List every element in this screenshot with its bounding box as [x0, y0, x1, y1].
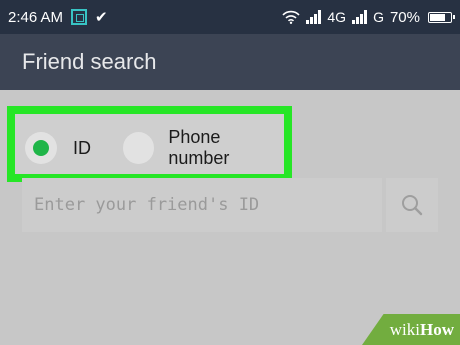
battery-icon — [428, 11, 455, 23]
page-title: Friend search — [22, 49, 157, 74]
search-icon — [402, 195, 423, 216]
friend-id-search-input[interactable] — [22, 178, 382, 232]
status-bar: 2:46 AM ✔ 4G G 70% — [0, 0, 460, 34]
radio-label-id: ID — [73, 137, 91, 158]
radio-button-id[interactable] — [25, 132, 57, 164]
status-time: 2:46 AM — [8, 8, 64, 26]
radio-label-phone-number: Phone number — [168, 127, 230, 168]
wikihow-watermark: wiki How — [362, 314, 460, 345]
status-right: 4G G 70% — [282, 0, 455, 34]
network-type-primary: 4G — [327, 9, 347, 25]
battery-percent: 70% — [389, 8, 420, 26]
signal-strength-icon — [306, 10, 322, 24]
status-left: 2:46 AM ✔ — [0, 9, 108, 26]
radio-option-phone-number[interactable]: Phone number — [123, 127, 284, 168]
radio-option-id[interactable]: ID — [25, 132, 91, 164]
search-button[interactable] — [386, 178, 438, 232]
radio-button-phone-number[interactable] — [123, 132, 155, 164]
watermark-wiki: wiki — [389, 319, 420, 339]
checkmark-icon: ✔ — [95, 8, 108, 26]
watermark-how: How — [420, 319, 454, 339]
search-type-radio-group: ID Phone number — [7, 106, 292, 182]
network-type-secondary: G — [373, 9, 384, 25]
signal-strength-icon-secondary — [352, 10, 368, 24]
radio-selected-dot — [33, 140, 49, 156]
app-header: Friend search — [0, 34, 460, 90]
wifi-icon — [282, 10, 300, 24]
screenshot-notification-icon — [71, 9, 88, 25]
